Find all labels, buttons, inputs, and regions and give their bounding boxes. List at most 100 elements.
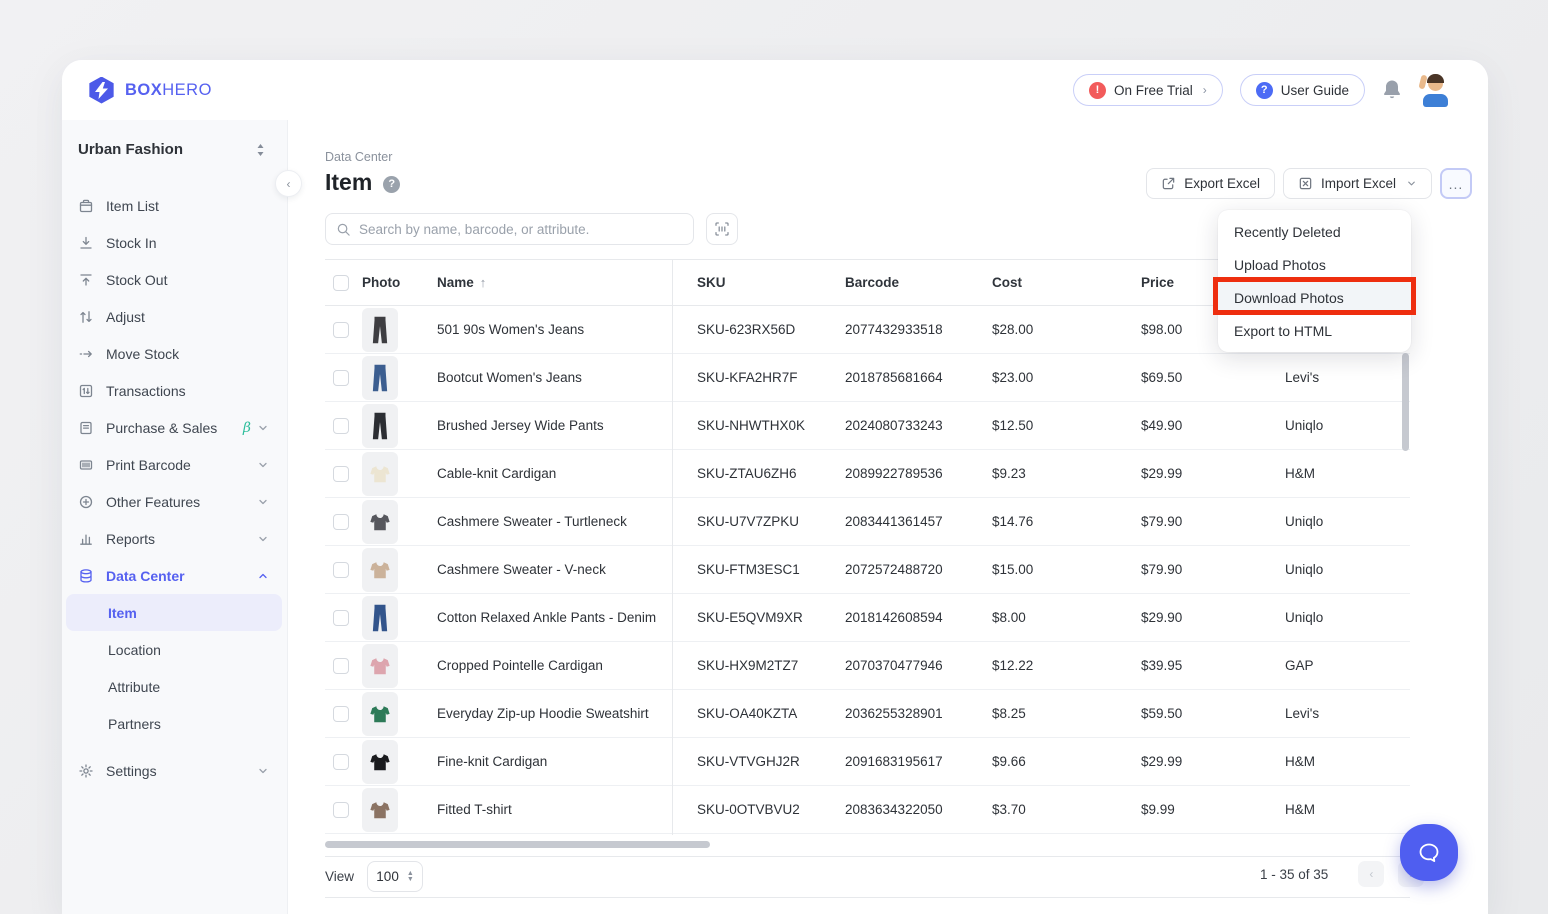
export-excel-button[interactable]: Export Excel <box>1146 168 1275 199</box>
sidebar-item[interactable]: Data Center <box>62 557 287 594</box>
user-avatar[interactable] <box>1419 74 1452 107</box>
page-size-stepper[interactable]: 100 ▲▼ <box>367 861 423 892</box>
notifications-bell-icon[interactable] <box>1382 79 1402 101</box>
sidebar-item[interactable]: Move Stock <box>62 335 287 372</box>
item-name: Fitted T-shirt <box>437 802 697 817</box>
item-photo <box>362 356 398 400</box>
menu-item[interactable]: Upload Photos <box>1218 248 1411 281</box>
chat-support-button[interactable] <box>1400 824 1458 881</box>
chevron-down-icon <box>257 459 269 471</box>
import-excel-button[interactable]: Import Excel <box>1283 168 1432 199</box>
pants-image <box>369 603 391 633</box>
row-checkbox[interactable] <box>333 562 349 578</box>
item-name: Brushed Jersey Wide Pants <box>437 418 697 433</box>
col-header-photo[interactable]: Photo <box>362 275 437 290</box>
col-header-cost[interactable]: Cost <box>992 275 1141 290</box>
free-trial-button[interactable]: ! On Free Trial › <box>1073 74 1223 106</box>
user-guide-button[interactable]: ? User Guide <box>1240 74 1365 106</box>
import-excel-label: Import Excel <box>1321 176 1396 191</box>
workspace-selector[interactable]: Urban Fashion <box>62 120 287 158</box>
sidebar-collapse-button[interactable]: ‹ <box>275 170 302 197</box>
sidebar-item-icon <box>78 420 94 436</box>
sidebar-item[interactable]: Item List <box>62 187 287 224</box>
item-price: $49.90 <box>1141 418 1285 433</box>
sidebar-item-label: Data Center <box>106 568 257 584</box>
table-row[interactable]: Fitted T-shirt SKU-0OTVBVU2 208363432205… <box>325 786 1410 834</box>
sidebar-item[interactable]: Stock Out <box>62 261 287 298</box>
top-image <box>369 747 391 777</box>
previous-page-button[interactable]: ‹ <box>1358 861 1384 887</box>
item-cost: $3.70 <box>992 802 1141 817</box>
top-image <box>369 699 391 729</box>
col-header-barcode[interactable]: Barcode <box>845 275 992 290</box>
item-barcode: 2083634322050 <box>845 802 992 817</box>
sidebar-item[interactable]: Transactions <box>62 372 287 409</box>
table-row[interactable]: Cropped Pointelle Cardigan SKU-HX9M2TZ7 … <box>325 642 1410 690</box>
menu-item[interactable]: Recently Deleted <box>1218 215 1411 248</box>
row-checkbox[interactable] <box>333 514 349 530</box>
row-checkbox[interactable] <box>333 706 349 722</box>
sidebar-item-label: Item <box>108 605 264 621</box>
search-input[interactable] <box>359 222 683 237</box>
top-image <box>369 459 391 489</box>
table-row[interactable]: Bootcut Women's Jeans SKU-KFA2HR7F 20187… <box>325 354 1410 402</box>
sidebar-item[interactable]: Adjust <box>62 298 287 335</box>
table-row[interactable]: Cable-knit Cardigan SKU-ZTAU6ZH6 2089922… <box>325 450 1410 498</box>
chat-bubble-icon <box>1416 840 1442 866</box>
col-header-name[interactable]: Name↑ <box>437 275 697 290</box>
select-all-checkbox[interactable] <box>333 275 349 291</box>
item-cost: $12.50 <box>992 418 1141 433</box>
table-row[interactable]: Everyday Zip-up Hoodie Sweatshirt SKU-OA… <box>325 690 1410 738</box>
row-checkbox[interactable] <box>333 610 349 626</box>
more-options-menu: Recently DeletedUpload PhotosDownload Ph… <box>1218 210 1411 352</box>
pants-image <box>369 363 391 393</box>
menu-item[interactable]: Export to HTML <box>1218 314 1411 347</box>
item-photo <box>362 788 398 832</box>
table-row[interactable]: Fine-knit Cardigan SKU-VTVGHJ2R 20916831… <box>325 738 1410 786</box>
sidebar-item[interactable]: Location <box>62 631 287 668</box>
row-checkbox[interactable] <box>333 466 349 482</box>
row-checkbox[interactable] <box>333 322 349 338</box>
row-checkbox[interactable] <box>333 802 349 818</box>
row-checkbox[interactable] <box>333 658 349 674</box>
item-photo <box>362 452 398 496</box>
sidebar-item[interactable]: Partners <box>62 705 287 742</box>
horizontal-scrollbar-thumb[interactable] <box>325 841 710 848</box>
trial-label: On Free Trial <box>1114 83 1193 98</box>
row-checkbox[interactable] <box>333 418 349 434</box>
item-barcode: 2072572488720 <box>845 562 992 577</box>
item-name: Bootcut Women's Jeans <box>437 370 697 385</box>
help-icon[interactable]: ? <box>383 176 400 193</box>
menu-item[interactable]: Download Photos <box>1218 281 1411 314</box>
sidebar-item[interactable]: Print Barcode <box>62 446 287 483</box>
item-sku: SKU-FTM3ESC1 <box>697 562 845 577</box>
pants-image <box>369 411 391 441</box>
question-icon: ? <box>1256 82 1273 99</box>
sidebar-item[interactable]: Purchase & Sales β <box>62 409 287 446</box>
row-checkbox[interactable] <box>333 370 349 386</box>
search-icon <box>336 222 351 237</box>
top-image <box>369 555 391 585</box>
sidebar-item[interactable]: Settings <box>62 752 287 789</box>
more-options-button[interactable]: ... <box>1440 168 1472 199</box>
barcode-scan-button[interactable] <box>706 213 738 245</box>
vertical-scrollbar-thumb[interactable] <box>1402 353 1409 451</box>
item-cost: $14.76 <box>992 514 1141 529</box>
item-price: $29.99 <box>1141 466 1285 481</box>
sidebar-item[interactable]: Attribute <box>62 668 287 705</box>
sidebar-item[interactable]: Stock In <box>62 224 287 261</box>
row-checkbox[interactable] <box>333 754 349 770</box>
sidebar-item[interactable]: Reports <box>62 520 287 557</box>
sidebar-item[interactable]: Other Features <box>62 483 287 520</box>
sidebar-item[interactable]: Item <box>66 594 282 631</box>
table-row[interactable]: Cotton Relaxed Ankle Pants - Denim SKU-E… <box>325 594 1410 642</box>
item-barcode: 2089922789536 <box>845 466 992 481</box>
table-row[interactable]: Cashmere Sweater - Turtleneck SKU-U7V7ZP… <box>325 498 1410 546</box>
sidebar-item-icon <box>78 531 94 547</box>
col-header-sku[interactable]: SKU <box>697 275 845 290</box>
table-row[interactable]: Brushed Jersey Wide Pants SKU-NHWTHX0K 2… <box>325 402 1410 450</box>
table-row[interactable]: Cashmere Sweater - V-neck SKU-FTM3ESC1 2… <box>325 546 1410 594</box>
item-price: $29.99 <box>1141 754 1285 769</box>
item-name: 501 90s Women's Jeans <box>437 322 697 337</box>
item-photo <box>362 692 398 736</box>
